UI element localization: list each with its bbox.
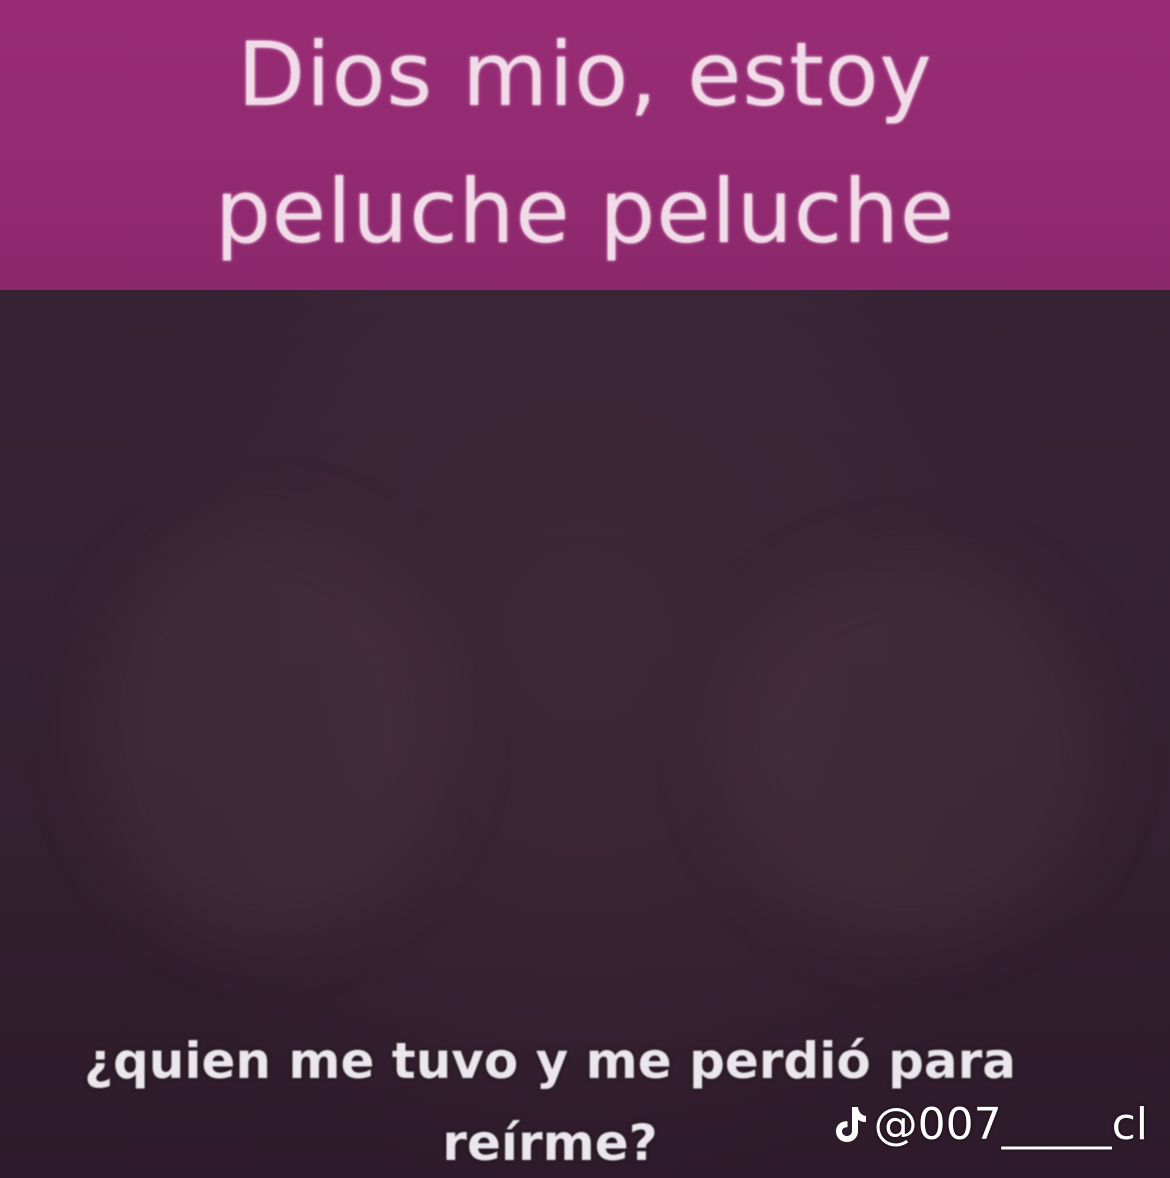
tiktok-watermark: @007_____cl — [832, 1094, 1148, 1154]
top-caption-line: peluche peluche — [214, 160, 955, 263]
background-blur — [720, 560, 1100, 940]
top-caption-line: Dios mio, estoy — [237, 23, 933, 126]
tiktok-logo-icon — [832, 1104, 868, 1144]
watermark-handle: @007_____cl — [873, 1098, 1148, 1150]
meme-image: Dios mio, estoy peluche peluche ¿quien m… — [0, 0, 1170, 1178]
background-blur — [90, 520, 450, 940]
top-caption: Dios mio, estoy peluche peluche — [0, 6, 1170, 280]
bottom-caption-line: ¿quien me tuvo y me perdió para — [83, 1032, 1017, 1090]
